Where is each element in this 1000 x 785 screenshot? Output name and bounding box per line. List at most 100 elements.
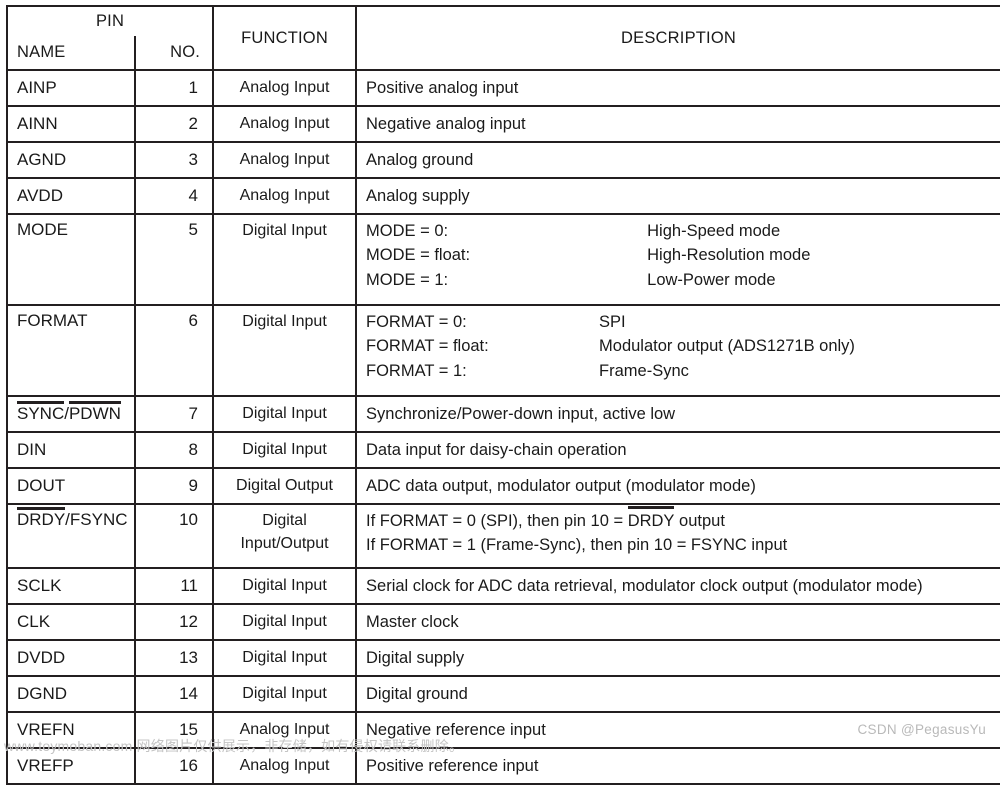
table-row: AVDD 4 Analog Input Analog supply [6, 177, 1000, 215]
description-condition-row: MODE = 1: Low-Power mode [366, 268, 1000, 292]
function-text: Analog Input [239, 186, 330, 204]
pin-name-text: MODE [17, 220, 68, 239]
condition-label: MODE = 1: [366, 270, 449, 289]
cell-pin-number: 4 [133, 177, 215, 215]
cell-pin-name: DVDD [6, 639, 136, 677]
function-text: Digital Input [242, 222, 327, 239]
condition-label: MODE = float: [366, 246, 471, 265]
condition-label: FORMAT = 1: [366, 361, 467, 380]
table-row: MODE 5 Digital Input MODE = 0: High-Speed mo… [6, 213, 1000, 306]
cell-pin-name: DOUT [6, 467, 136, 505]
cell-function: Digital Input [212, 431, 358, 469]
cell-pin-number: 12 [133, 603, 215, 641]
cell-pin-name: AVDD [6, 177, 136, 215]
cell-function: Analog Input [212, 141, 358, 179]
table-header: PIN FUNCTION DESCRIPTION NAME NO. [5, 5, 1000, 71]
function-text: Analog Input [239, 78, 330, 96]
table-row: DRDY/FSYNC 10 Digital Input/Output If FORMAT… [6, 503, 1000, 569]
cell-description: Digital ground [355, 675, 1000, 713]
description-line: Analog ground [366, 150, 474, 169]
pin-name-text: DIN [17, 440, 47, 459]
function-text: Analog Input [239, 756, 330, 774]
cell-pin-number: 15 [133, 711, 215, 749]
description-lines: If FORMAT = 0 (SPI), then pin 10 = DRDY … [366, 505, 1000, 558]
condition-label: FORMAT = 0: [366, 313, 467, 331]
cell-description: Analog supply [355, 177, 1000, 215]
description-line: Digital supply [366, 648, 465, 667]
condition-value: High-Resolution mode [647, 246, 811, 265]
pin-name-text: AGND [17, 150, 67, 169]
pin-name-text: SCLK [17, 576, 62, 595]
description-condition-grid: MODE = 0: High-Speed mode MODE = float: Hig… [366, 219, 1000, 292]
description-lines: Positive analog input [366, 76, 1000, 100]
cell-pin-number: 7 [133, 395, 215, 433]
description-line: Serial clock for ADC data retrieval, mod… [366, 576, 923, 595]
plain-text: If FORMAT = 1 (Frame-Sync), then pin 10 … [366, 536, 788, 555]
description-condition-row: FORMAT = 1: Frame-Sync [366, 359, 1000, 383]
cell-description: Positive analog input [355, 69, 1000, 107]
description-line: Synchronize/Power-down input, active low [366, 404, 676, 423]
description-lines: Negative analog input [366, 112, 1000, 136]
cell-function: Digital Input [212, 675, 358, 713]
description-line: Positive analog input [366, 78, 519, 97]
cell-description: MODE = 0: High-Speed mode MODE = float: Hig… [355, 213, 1000, 306]
cell-pin-number: 11 [133, 567, 215, 605]
cell-pin-number: 8 [133, 431, 215, 469]
cell-description: Digital supply [355, 639, 1000, 677]
function-lines: Digital Input/Output [214, 510, 355, 555]
cell-pin-name: DGND [6, 675, 136, 713]
table-row: DOUT 9 Digital Output ADC data output, modu… [6, 467, 1000, 505]
description-lines: Positive reference input [366, 754, 1000, 778]
description-lines: Serial clock for ADC data retrieval, mod… [366, 574, 1000, 598]
condition-label: MODE = 0: [366, 222, 449, 240]
function-text: Digital Input [242, 612, 327, 630]
cell-pin-name: MODE [6, 213, 136, 306]
description-line: Data input for daisy-chain operation [366, 440, 627, 459]
cell-pin-number: 1 [133, 69, 215, 107]
condition-value: High-Speed mode [647, 222, 781, 240]
cell-description: Negative analog input [355, 105, 1000, 143]
table-row: AINN 2 Analog Input Negative analog input [6, 105, 1000, 143]
cell-function: Digital Input [212, 395, 358, 433]
cell-function: Digital Input [212, 304, 358, 397]
overline-text: DRDY [17, 507, 66, 529]
pin-name-text: VREFP [17, 756, 74, 775]
cell-pin-number: 6 [133, 304, 215, 397]
function-text: Analog Input [239, 720, 330, 738]
description-condition-row: MODE = float: High-Resolution mode [366, 243, 1000, 267]
description-lines: Analog supply [366, 184, 1000, 208]
description-lines: Master clock [366, 610, 1000, 634]
condition-value: Frame-Sync [599, 361, 689, 380]
pin-name-text: DOUT [17, 476, 66, 495]
cell-pin-number: 14 [133, 675, 215, 713]
table-body: AINP 1 Analog Input Positive analog input AI… [6, 69, 1000, 785]
cell-description: Synchronize/Power-down input, active low [355, 395, 1000, 433]
cell-pin-name: AINN [6, 105, 136, 143]
pin-name-text: FORMAT [17, 311, 88, 330]
condition-value: Low-Power mode [647, 270, 776, 289]
cell-pin-number: 9 [133, 467, 215, 505]
cell-function: Digital Input [212, 639, 358, 677]
function-line: Digital [262, 512, 307, 529]
table-row: DIN 8 Digital Input Data input for daisy-ch… [6, 431, 1000, 469]
description-lines: Negative reference input [366, 718, 1000, 742]
function-text: Digital Input [242, 684, 327, 702]
plain-text: If FORMAT = 0 (SPI), then pin 10 = [366, 512, 628, 530]
description-lines: Digital supply [366, 646, 1000, 670]
cell-description: ADC data output, modulator output (modul… [355, 467, 1000, 505]
function-text: Digital Input [242, 648, 327, 666]
description-line: Negative reference input [366, 720, 546, 739]
cell-description: If FORMAT = 0 (SPI), then pin 10 = DRDY … [355, 503, 1000, 569]
overline-text: PDWN [68, 401, 121, 423]
pin-table: PIN FUNCTION DESCRIPTION NAME NO. AINP 1 A… [5, 5, 1000, 785]
description-condition-row: FORMAT = float: Modulator output (ADS1271… [366, 334, 1000, 358]
cell-description: Master clock [355, 603, 1000, 641]
description-lines: Analog ground [366, 148, 1000, 172]
cell-function: Analog Input [212, 69, 358, 107]
function-text: Analog Input [239, 150, 330, 168]
pin-name-text: AINN [17, 114, 58, 133]
description-condition-grid: FORMAT = 0: SPI FORMAT = float: Modulator o… [366, 310, 1000, 383]
overline-text: SYNC [17, 401, 65, 423]
description-lines: ADC data output, modulator output (modul… [366, 474, 1000, 498]
cell-pin-name: SYNC/PDWN [6, 395, 136, 433]
